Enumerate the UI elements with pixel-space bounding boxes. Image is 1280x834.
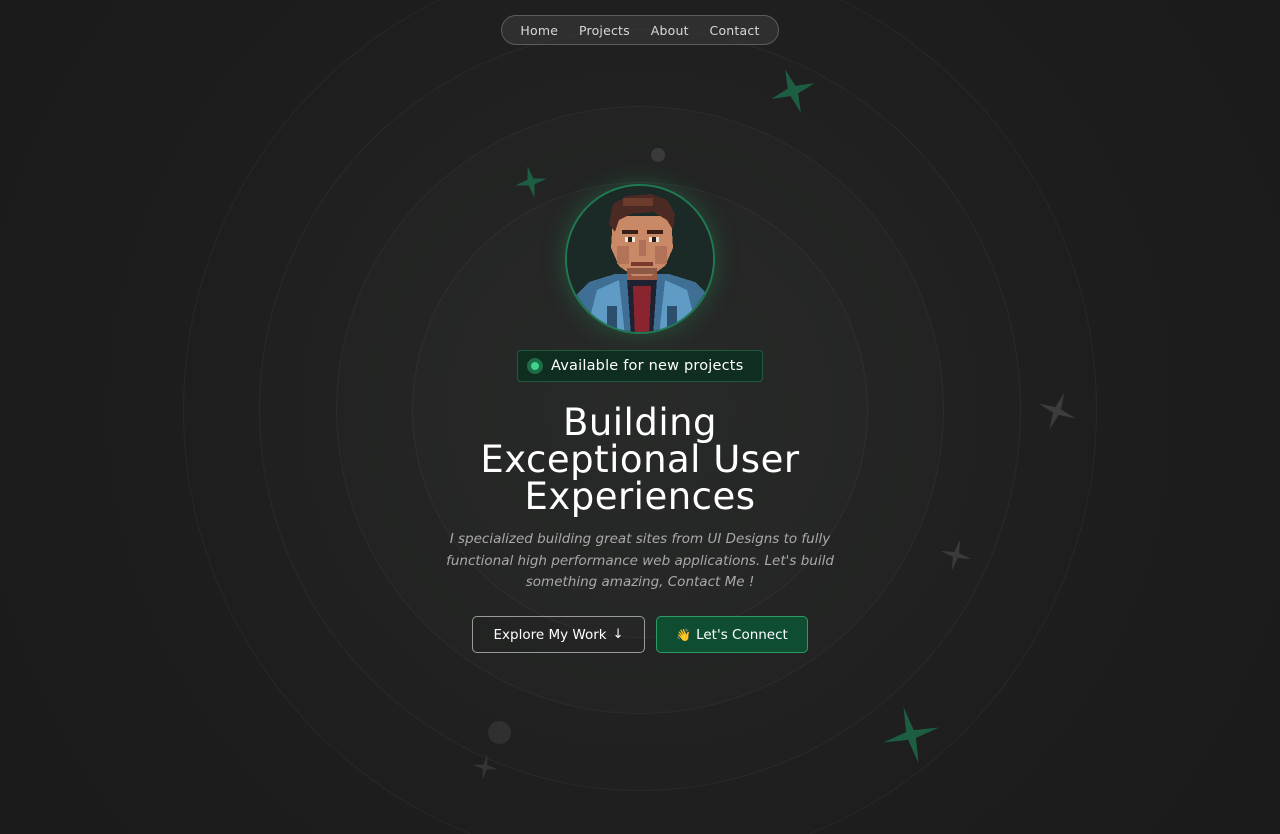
sparkle-icon (771, 69, 815, 113)
sparkle-icon (1038, 392, 1076, 430)
headline-line: Exceptional User (480, 438, 800, 481)
decorative-dot (651, 148, 665, 162)
top-nav: Home Projects About Contact (501, 15, 779, 45)
decorative-dot (488, 721, 511, 744)
arrow-down-icon: ↓ (612, 627, 624, 642)
lets-connect-button[interactable]: 👋 Let's Connect (656, 616, 808, 653)
hero-headline: Building Exceptional User Experiences (340, 404, 940, 515)
sparkle-icon (940, 539, 972, 571)
nav-item-home[interactable]: Home (520, 23, 558, 38)
explore-my-work-button[interactable]: Explore My Work ↓ (472, 616, 645, 653)
explore-button-label: Explore My Work (493, 626, 607, 643)
hero-subtitle: I specialized building great sites from … (446, 531, 834, 590)
status-dot-icon (527, 358, 543, 374)
sparkle-icon (515, 166, 547, 198)
sparkle-icon (472, 754, 498, 780)
headline-line: Experiences (524, 475, 756, 518)
waving-hand-icon: 👋 (676, 627, 692, 642)
nav-item-projects[interactable]: Projects (579, 23, 630, 38)
hero-page: Home Projects About Contact Available fo… (0, 0, 1280, 834)
availability-text: Available for new projects (551, 358, 744, 374)
headline-line: Building (562, 401, 718, 444)
nav-item-about[interactable]: About (651, 23, 689, 38)
nav-item-contact[interactable]: Contact (710, 23, 760, 38)
sparkle-icon (882, 706, 940, 764)
pixel-art-portrait-icon (567, 186, 713, 332)
avatar (565, 184, 715, 334)
connect-button-label: Let's Connect (696, 626, 788, 643)
availability-badge: Available for new projects (517, 350, 763, 382)
